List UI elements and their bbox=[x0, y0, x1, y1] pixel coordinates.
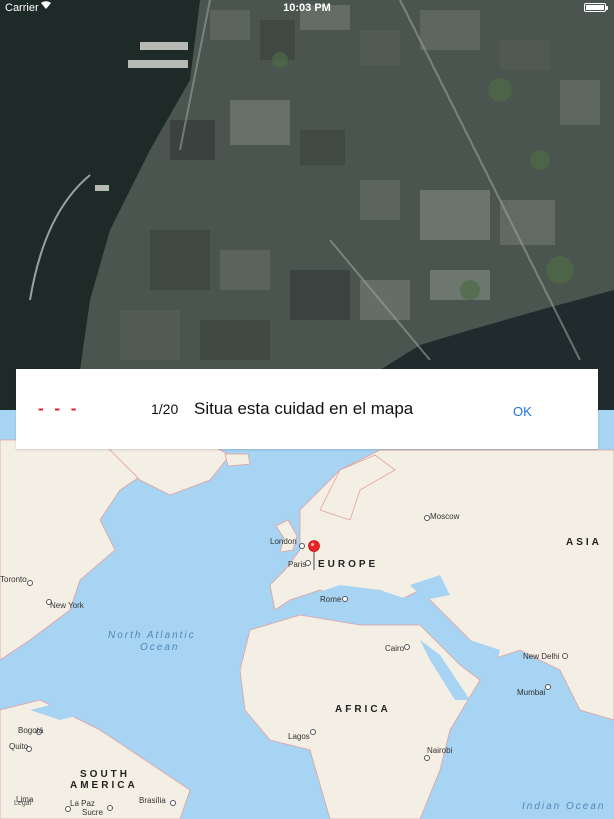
city-label-quito: Quito bbox=[9, 742, 29, 751]
ocean-label-north-atlantic: North Atlantic bbox=[108, 630, 196, 641]
city-dot bbox=[545, 684, 551, 690]
city-label-lagos: Lagos bbox=[288, 732, 310, 741]
city-label-rome: Rome bbox=[320, 595, 342, 604]
city-label-cairo: Cairo bbox=[385, 644, 405, 653]
city-label-paris: Paris bbox=[288, 560, 307, 569]
ocean-label-indian: Indian Ocean bbox=[522, 801, 606, 812]
city-dot bbox=[310, 729, 316, 735]
city-dot bbox=[27, 580, 33, 586]
ok-button[interactable]: OK bbox=[513, 404, 532, 419]
city-label-la-paz: La Paz bbox=[70, 799, 95, 808]
question-text: Situa esta cuidad en el mapa bbox=[194, 399, 414, 418]
city-label-brasilia: Brasília bbox=[139, 796, 166, 805]
quiz-panel: - - - 1/20 Situa esta cuidad en el mapa … bbox=[16, 369, 598, 449]
region-label-america: AMERICA bbox=[70, 780, 138, 791]
city-dot bbox=[424, 755, 430, 761]
battery-icon bbox=[584, 3, 608, 12]
city-dot bbox=[299, 543, 305, 549]
city-label-bogota: Bogotá bbox=[18, 726, 44, 735]
status-bar: Carrier 10:03 PM bbox=[0, 0, 614, 16]
city-label-sucre: Sucre bbox=[82, 808, 103, 817]
region-label-europe: EUROPE bbox=[318, 559, 379, 570]
city-dot bbox=[562, 653, 568, 659]
city-label-new-york: New York bbox=[50, 601, 84, 610]
city-label-mumbai: Mumbai bbox=[517, 688, 546, 697]
ocean-label-ocean: Ocean bbox=[140, 642, 180, 653]
region-label-africa: AFRICA bbox=[335, 704, 391, 715]
city-dot bbox=[170, 800, 176, 806]
city-label-toronto: Toronto bbox=[0, 575, 27, 584]
clock: 10:03 PM bbox=[283, 2, 331, 14]
city-dot bbox=[107, 805, 113, 811]
satellite-map[interactable]: Carrier 10:03 PM bbox=[0, 0, 614, 410]
city-label-nairobi: Nairobi bbox=[427, 746, 453, 755]
city-label-new-delhi: New Delhi bbox=[523, 652, 560, 661]
location-pin-icon[interactable] bbox=[307, 540, 321, 570]
map-background bbox=[0, 410, 614, 819]
region-label-south: SOUTH bbox=[80, 769, 130, 780]
progress-marks: - - - bbox=[38, 399, 80, 418]
satellite-imagery bbox=[0, 0, 614, 410]
legal-link[interactable]: Legal bbox=[14, 800, 31, 807]
region-label-asia: ASIA bbox=[566, 537, 602, 548]
world-map[interactable]: EUROPE ASIA AFRICA SOUTH AMERICA North A… bbox=[0, 410, 614, 819]
city-label-london: London bbox=[270, 537, 297, 546]
city-dot bbox=[342, 596, 348, 602]
city-label-moscow: Moscow bbox=[430, 512, 460, 521]
question-counter: 1/20 bbox=[151, 401, 179, 417]
city-dot bbox=[404, 644, 410, 650]
